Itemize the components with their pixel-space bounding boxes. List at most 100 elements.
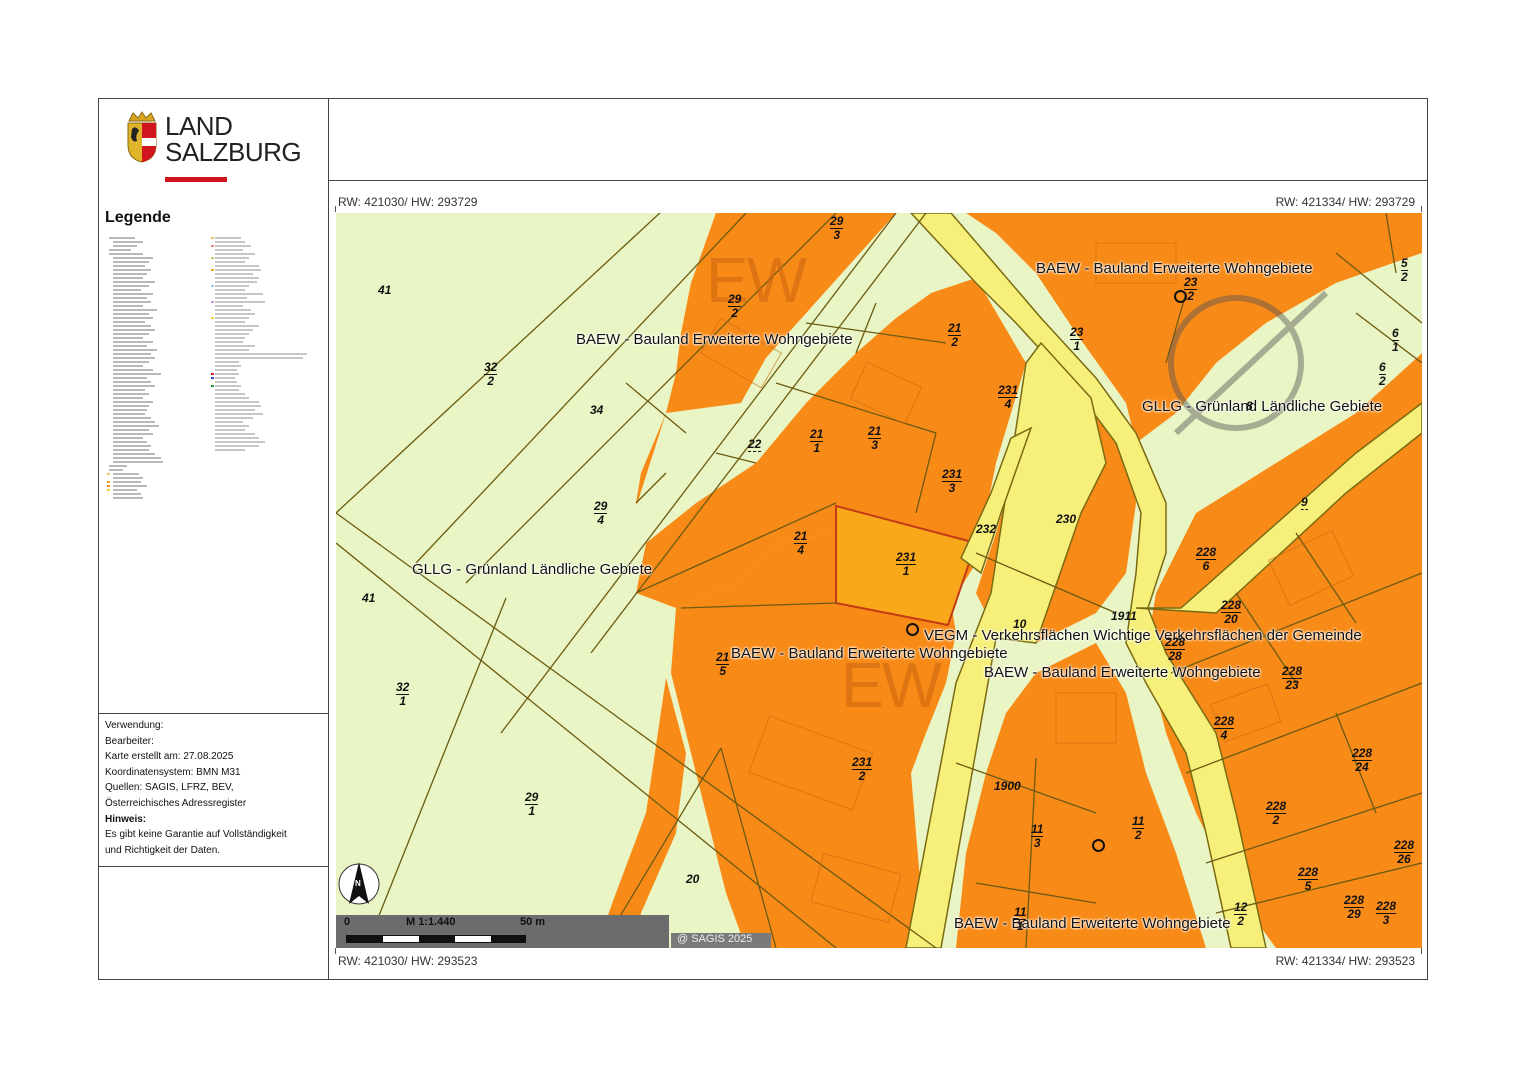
hint-title: Hinweis: [105, 813, 147, 825]
parcel-fraction[interactable]: 23 1 [1070, 325, 1084, 353]
parcel-fraction[interactable]: 61 [1392, 327, 1399, 354]
logo-word-land: LAND [165, 111, 233, 141]
parcel-fraction[interactable]: 21 3 [868, 424, 882, 452]
scale-ruler [346, 935, 526, 943]
parcel-fraction[interactable]: 29 3 [830, 214, 844, 242]
parcel-denominator: 1 [813, 441, 821, 455]
parcel-number[interactable]: 41 [378, 283, 391, 297]
parcel-number[interactable]: 22 [748, 437, 762, 452]
parcel-numerator: 21 [794, 529, 808, 544]
parcel-fraction[interactable]: 62 [1379, 361, 1386, 388]
parcel-fraction[interactable]: 11 2 [1132, 815, 1145, 842]
parcel-fraction[interactable]: 21 5 [716, 651, 730, 678]
parcel-fraction[interactable]: 231 2 [852, 756, 873, 783]
legend-swatches [107, 237, 307, 499]
parcel-fraction[interactable]: 228 29 [1344, 894, 1365, 921]
parcel-fraction[interactable]: 228 20 [1221, 598, 1242, 626]
parcel-fraction[interactable]: 228 4 [1214, 714, 1235, 742]
zone-label-gllg: GLLG - Grünland Ländliche Gebiete [1142, 398, 1383, 415]
parcel-denominator: 2 [1187, 289, 1195, 303]
parcel-denominator: 4 [1220, 728, 1228, 742]
parcel-fraction[interactable]: 228 28 [1165, 636, 1186, 663]
copyright-label: @ SAGIS 2025 [671, 933, 771, 948]
parcel-numerator: 21 [868, 424, 882, 439]
coord-top-left: RW: 421030/ HW: 293729 [338, 195, 478, 209]
parcel-fraction[interactable]: 228 5 [1298, 865, 1319, 893]
parcel-fraction[interactable]: 21 2 [948, 322, 962, 349]
parcel-number[interactable]: 9 [1301, 495, 1308, 510]
parcel-denominator: 1 [399, 694, 407, 708]
parcel-denominator: 5 [719, 664, 727, 678]
parcel-number[interactable]: 232 [976, 522, 996, 536]
parcel-fraction[interactable]: 231 3 [942, 468, 963, 495]
parcel-numerator: 228 [1221, 598, 1242, 613]
parcel-denominator: 28 [1168, 649, 1182, 663]
parcel-fraction[interactable]: 228 2 [1266, 800, 1287, 827]
logo-red-bar [165, 177, 227, 182]
address-point-marker[interactable] [906, 623, 919, 636]
parcel-fraction[interactable]: 52 [1401, 257, 1408, 284]
parcel-denominator: 1 [1016, 919, 1024, 933]
parcel-numerator: 32 [484, 360, 498, 375]
parcel-denominator: 3 [1033, 836, 1041, 850]
parcel-numerator: 228 [1352, 746, 1373, 761]
parcel-denominator: 1 [1073, 339, 1081, 353]
parcel-fraction[interactable]: 32 2 [484, 360, 498, 388]
address-point-marker[interactable] [1092, 839, 1105, 852]
parcel-numerator: 6 [1392, 326, 1399, 341]
parcel-denominator: 2 [1379, 374, 1386, 388]
zoning-map[interactable]: EW EW BAEW - Bauland Erweiterte Wohngebi… [336, 213, 1422, 948]
parcel-fraction[interactable]: 11 1 [1014, 906, 1027, 933]
parcel-number[interactable]: 10 [1013, 617, 1026, 631]
header-band [329, 99, 1427, 181]
parcel-fraction[interactable]: 21 4 [794, 529, 808, 557]
parcel-fraction[interactable]: 11 3 [1031, 822, 1044, 850]
parcel-denominator: 2 [1237, 914, 1245, 928]
parcel-fraction[interactable]: 228 6 [1196, 546, 1217, 573]
parcel-fraction[interactable]: 29 1 [525, 791, 539, 818]
parcel-fraction[interactable]: 228 3 [1376, 900, 1397, 927]
parcel-fraction[interactable]: 21 1 [810, 428, 824, 455]
parcel-number[interactable]: 34 [590, 403, 603, 417]
coat-of-arms-icon [127, 111, 157, 163]
parcel-denominator: 3 [948, 481, 956, 495]
map-info-panel: Verwendung: Bearbeiter: Karte erstellt a… [99, 713, 328, 867]
parcel-number[interactable]: 230 [1056, 512, 1076, 526]
parcel-denominator: 23 [1285, 678, 1299, 692]
parcel-denominator: 5 [1304, 879, 1312, 893]
parcel-numerator: 6 [1379, 360, 1386, 375]
parcel-fraction[interactable]: 12 2 [1234, 901, 1248, 928]
parcel-fraction[interactable]: 231 1 [896, 551, 917, 578]
parcel-fraction[interactable]: 32 1 [396, 681, 410, 708]
parcel-fraction[interactable]: 228 24 [1352, 746, 1373, 774]
parcel-number[interactable]: 20 [686, 872, 699, 886]
parcel-number[interactable]: 1911 [1111, 609, 1137, 623]
parcel-fraction[interactable]: 228 26 [1394, 839, 1415, 866]
parcel-denominator: 3 [833, 228, 841, 242]
legend-entries [107, 235, 323, 505]
parcel-numerator: 23 [1184, 275, 1198, 290]
parcel-number[interactable]: 1900 [994, 779, 1021, 793]
parcel-numerator: 231 [998, 383, 1019, 398]
legend-title: Legende [105, 209, 171, 226]
parcel-numerator: 29 [830, 214, 844, 229]
parcel-numerator: 228 [1298, 865, 1319, 880]
corner-tick [1421, 206, 1422, 212]
sources-line-2: Österreichisches Adressregister [105, 797, 247, 809]
parcel-number[interactable]: 41 [362, 591, 375, 605]
usage-label: Verwendung: [105, 720, 164, 731]
parcel-fraction[interactable]: 231 4 [998, 383, 1019, 411]
parcel-numerator: 228 [1214, 714, 1235, 729]
parcel-fraction[interactable]: 29 2 [728, 293, 742, 320]
parcel-denominator: 6 [1202, 559, 1210, 573]
sidebar: LAND SALZBURG Legende Verwendung: Bearbe… [99, 99, 329, 979]
parcel-numerator: 11 [1031, 822, 1044, 837]
parcel-number[interactable]: 8 [1246, 399, 1253, 413]
parcel-numerator: 5 [1401, 256, 1408, 271]
parcel-fraction[interactable]: 29 4 [594, 500, 608, 527]
parcel-denominator: 2 [731, 306, 739, 320]
parcel-fraction[interactable]: 23 2 [1184, 275, 1198, 303]
parcel-numerator: 23 [1070, 325, 1084, 340]
coord-bottom-right: RW: 421334/ HW: 293523 [1275, 954, 1415, 968]
parcel-fraction[interactable]: 228 23 [1282, 665, 1303, 692]
